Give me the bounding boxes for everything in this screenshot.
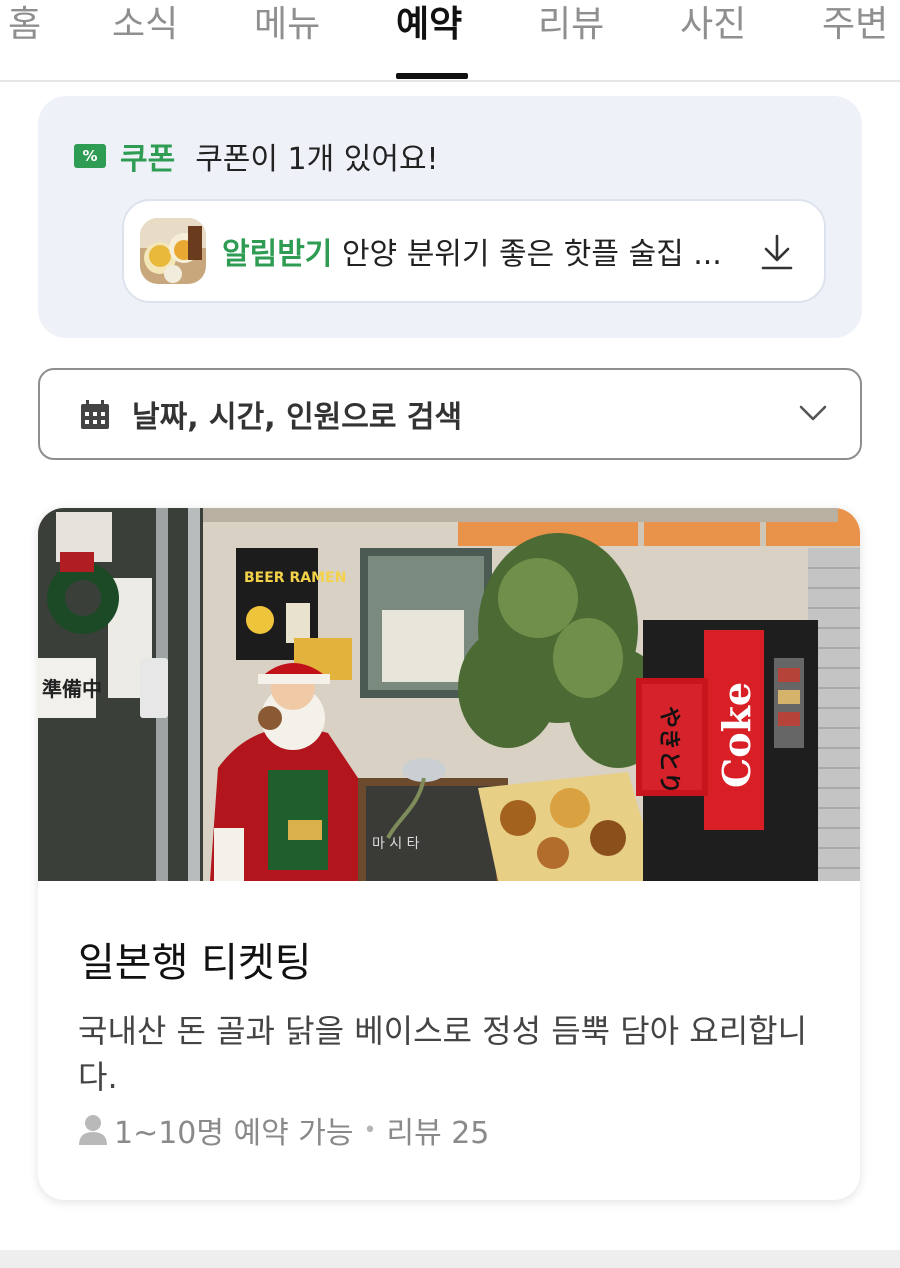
svg-text:やきとり: やきとり (656, 706, 681, 794)
coupon-item-title: 안양 분위기 좋은 핫플 술집 ... (341, 237, 722, 272)
coupon-item[interactable]: 알림받기 안양 분위기 좋은 핫플 술집 ... (122, 199, 826, 303)
coupon-icon: % (74, 144, 106, 168)
ticket-meta: 1~10명 예약 가능 • 리뷰 25 (78, 1110, 490, 1151)
capacity-text: 1~10명 예약 가능 (114, 1116, 354, 1151)
tab-nearby[interactable]: 주변 (822, 0, 888, 78)
coupon-alert-label: 알림받기 (222, 237, 333, 272)
tab-reservation[interactable]: 예약 (396, 0, 462, 78)
tab-reviews[interactable]: 리뷰 (538, 0, 604, 78)
ticket-photo: 準備中 BEER RAMEN 마 시 타 Coke やきとり (38, 508, 860, 881)
svg-text:BEER RAMEN: BEER RAMEN (244, 570, 346, 586)
svg-text:Coke: Coke (714, 682, 759, 788)
coupon-label: 쿠폰 (120, 142, 176, 177)
separator-dot: • (363, 1117, 377, 1143)
reservation-search-select[interactable]: 날짜, 시간, 인원으로 검색 (38, 368, 862, 460)
coupon-thumbnail (140, 218, 206, 284)
coupon-item-text: 알림받기 안양 분위기 좋은 핫플 술집 ... (222, 229, 722, 273)
search-label: 날짜, 시간, 인원으로 검색 (132, 400, 463, 435)
ticket-card[interactable]: 準備中 BEER RAMEN 마 시 타 Coke やきとり 일본행 티켓팅 국… (38, 508, 860, 1200)
tab-bar: 홈 소식 메뉴 예약 리뷰 사진 주변 (0, 0, 900, 82)
tab-home[interactable]: 홈 (8, 0, 41, 78)
download-icon[interactable] (760, 233, 794, 271)
active-tab-indicator (396, 73, 468, 79)
person-icon (78, 1114, 108, 1146)
tab-photos[interactable]: 사진 (680, 0, 746, 78)
coupon-count-text: 쿠폰이 1개 있어요! (195, 142, 439, 177)
coupon-header: % 쿠폰 쿠폰이 1개 있어요! (74, 136, 439, 177)
coupon-panel: % 쿠폰 쿠폰이 1개 있어요! 알림받기 안양 분위기 좋은 핫플 술집 ..… (38, 96, 862, 338)
tab-news[interactable]: 소식 (112, 0, 178, 78)
calendar-icon (80, 400, 110, 430)
svg-text:準備中: 準備中 (42, 677, 102, 701)
tab-menu[interactable]: 메뉴 (254, 0, 320, 78)
ticket-title: 일본행 티켓팅 (78, 940, 312, 986)
ticket-description: 국내산 돈 골과 닭을 베이스로 정성 듬뿍 담아 요리합니다. (78, 1012, 808, 1096)
review-count: 리뷰 25 (386, 1116, 490, 1151)
chevron-down-icon (798, 402, 828, 424)
svg-text:마 시 타: 마 시 타 (372, 836, 420, 852)
section-divider (0, 1250, 900, 1268)
